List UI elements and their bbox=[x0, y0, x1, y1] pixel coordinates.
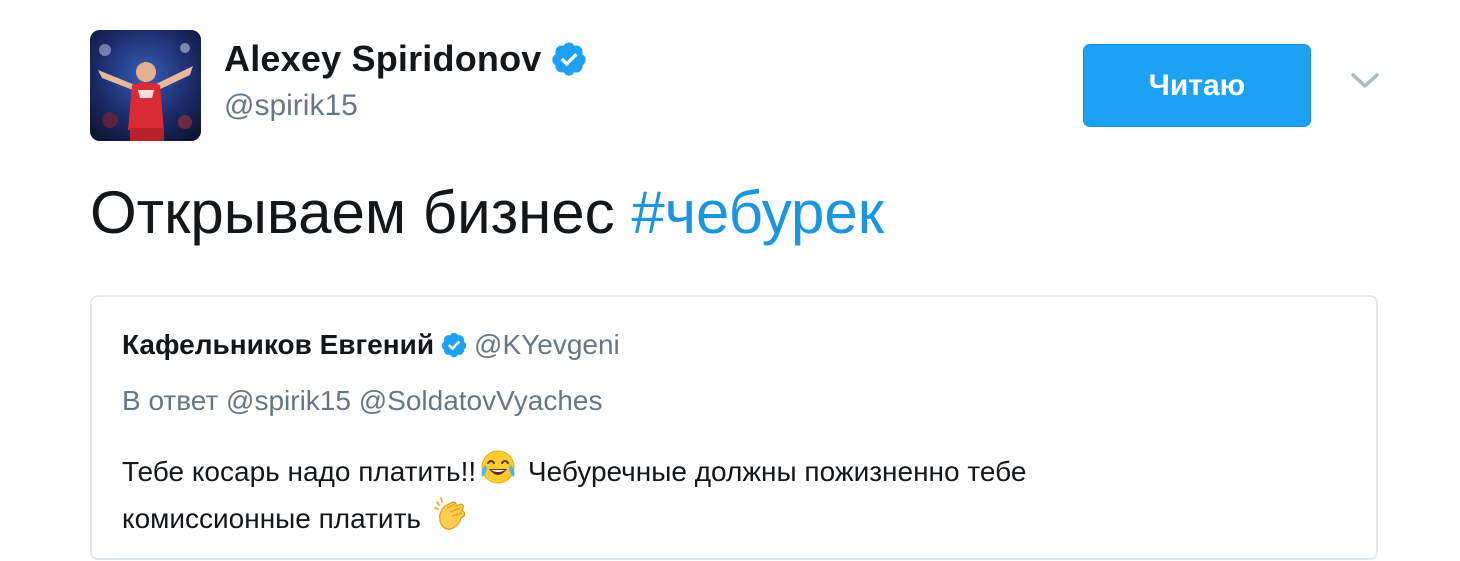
quoted-author-row: Кафельников Евгений @KYevgeni bbox=[122, 329, 620, 361]
face-with-tears-of-joy-icon bbox=[478, 447, 518, 487]
author-avatar[interactable] bbox=[90, 30, 201, 141]
author-name-row: Alexey Spiridonov bbox=[224, 36, 588, 82]
chevron-down-icon[interactable] bbox=[1348, 66, 1382, 96]
quoted-text-part3: комиссионные платить bbox=[122, 503, 429, 534]
quoted-author-name: Кафельников Евгений bbox=[122, 329, 435, 360]
embedded-tweet: Alexey Spiridonov @spirik15 Читаю Открыв… bbox=[0, 0, 1460, 561]
avatar-photo bbox=[90, 30, 201, 141]
quoted-tweet-body: Тебе косарь надо платить!! Чебуречные до… bbox=[122, 447, 1322, 541]
quoted-tweet[interactable]: Кафельников Евгений @KYevgeni В ответ @s… bbox=[90, 295, 1378, 560]
verified-badge-icon bbox=[550, 40, 588, 78]
quoted-text-part2: Чебуречные должны пожизненно тебе bbox=[520, 456, 1027, 487]
following-button[interactable]: Читаю bbox=[1083, 44, 1311, 127]
reply-context: В ответ @spirik15 @SoldatovVyaches bbox=[122, 385, 603, 416]
quoted-author-handle: @KYevgeni bbox=[474, 329, 620, 360]
author-handle[interactable]: @spirik15 bbox=[224, 89, 358, 123]
tweet-text: Открываем бизнес #чебурек bbox=[90, 175, 884, 251]
verified-badge-icon bbox=[440, 331, 468, 359]
tweet-text-body: Открываем бизнес bbox=[90, 179, 632, 246]
hashtag-link[interactable]: #чебурек bbox=[631, 179, 884, 246]
clapping-hands-icon bbox=[431, 494, 471, 534]
author-display-name[interactable]: Alexey Spiridonov bbox=[224, 38, 542, 80]
quoted-text-part1: Тебе косарь надо платить!! bbox=[122, 456, 477, 487]
